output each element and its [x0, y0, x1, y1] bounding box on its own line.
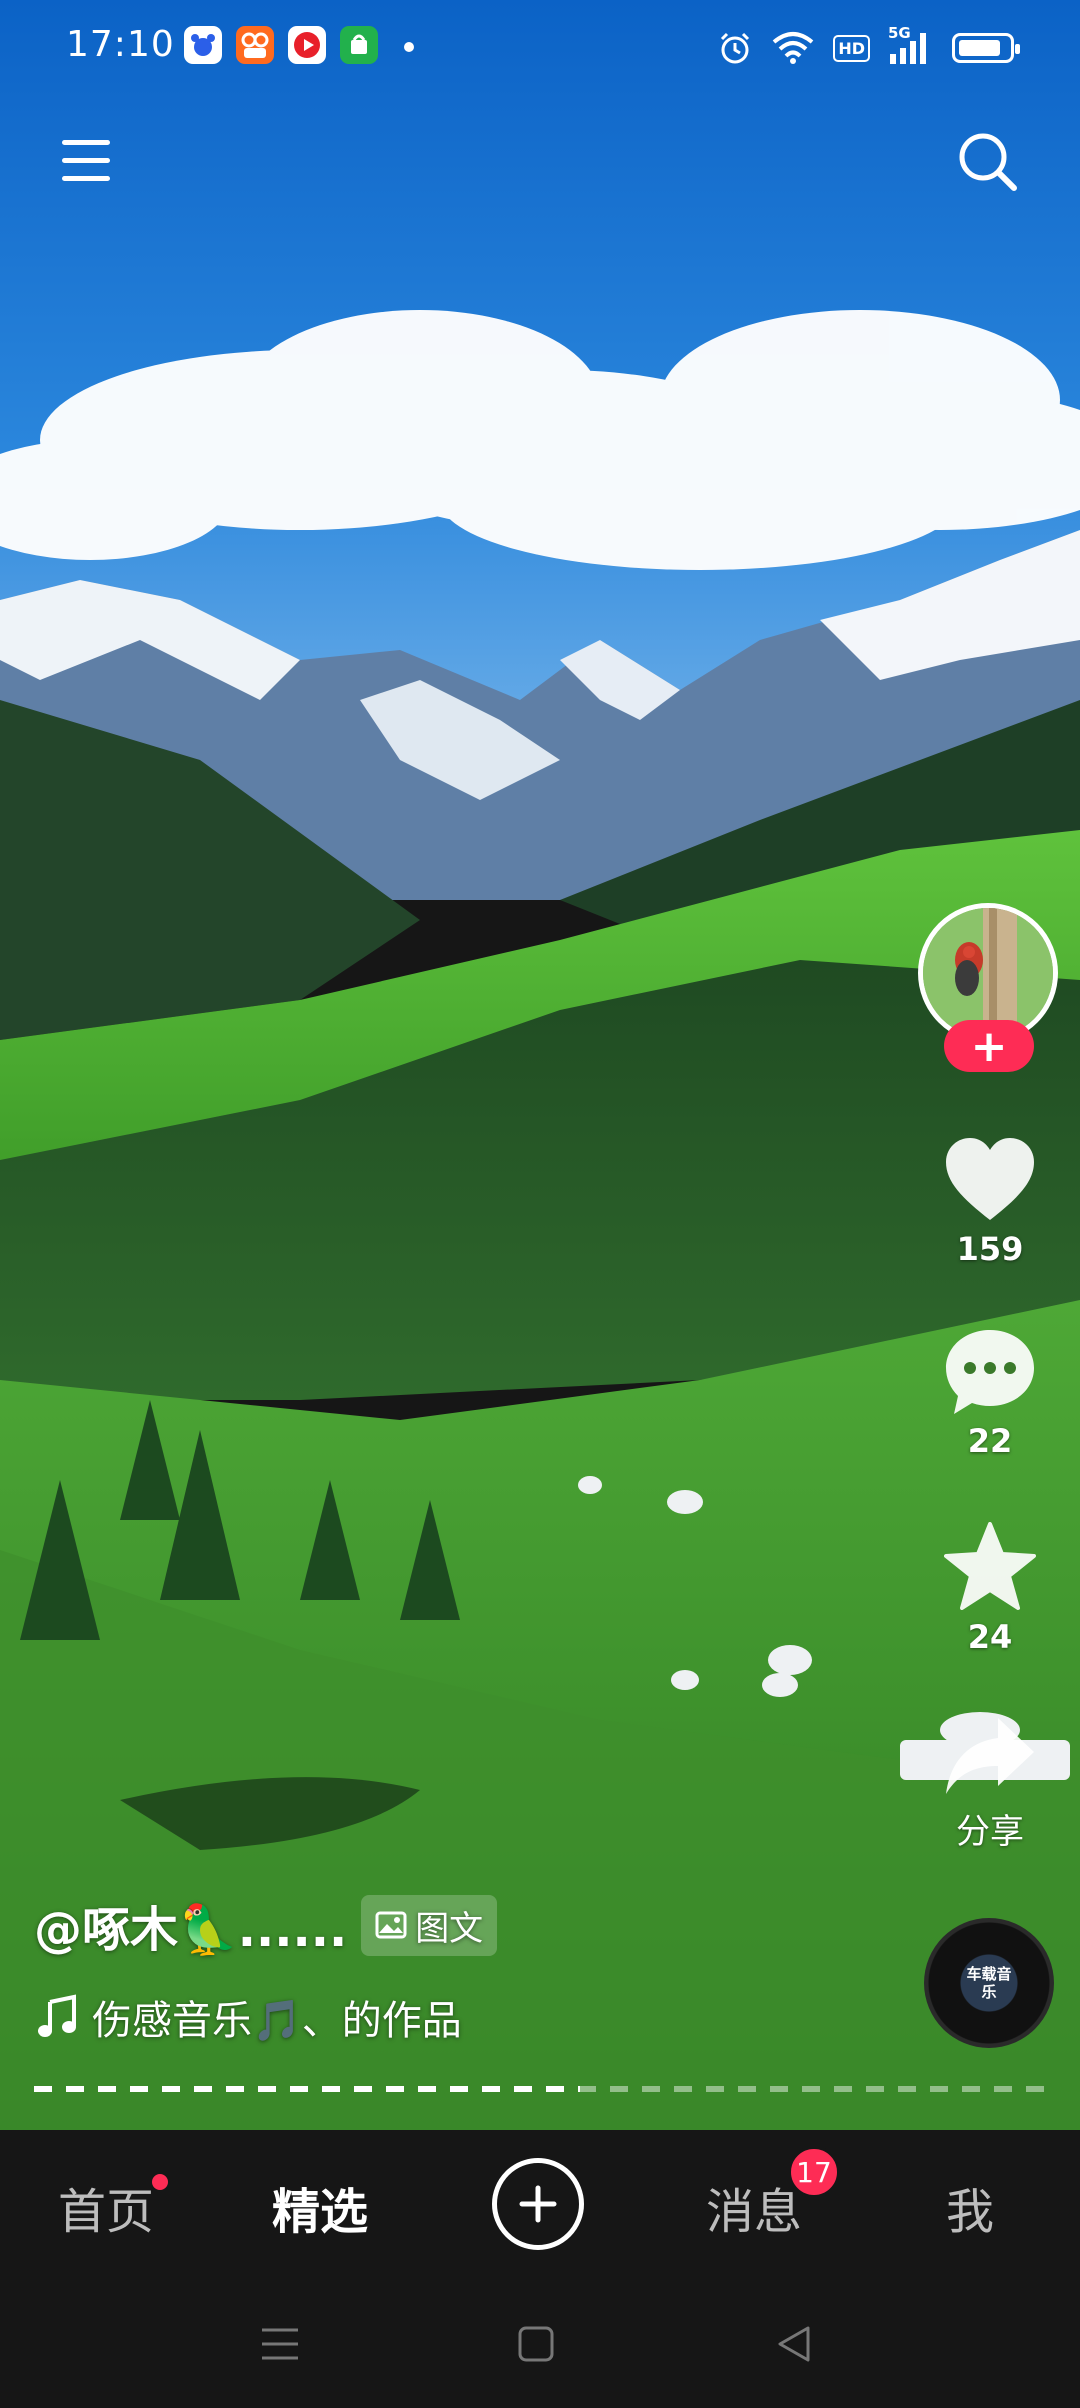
tag-label: 图文 [415, 1908, 484, 1949]
comment-icon [946, 1330, 1034, 1414]
home-icon[interactable] [512, 2320, 560, 2368]
comment-button[interactable]: 22 [930, 1328, 1050, 1460]
alarm-icon [717, 30, 753, 66]
favorite-count: 24 [967, 1618, 1013, 1656]
create-button[interactable] [492, 2158, 584, 2250]
comment-count: 22 [967, 1422, 1013, 1460]
plus-icon [519, 2185, 557, 2223]
share-label: 分享 [956, 1812, 1024, 1852]
like-button[interactable]: 159 [930, 1136, 1050, 1268]
signal-label: 5G [888, 24, 911, 42]
battery-level [959, 40, 1000, 56]
home-unread-dot [152, 2174, 168, 2190]
music-text: 伤感音乐🎵、的作品 [92, 1998, 462, 2044]
tab-messages[interactable]: 消息 [706, 2172, 802, 2242]
music-note-icon [38, 1994, 76, 2037]
status-icons: HD 5G [717, 24, 1020, 68]
music-row[interactable]: 伤感音乐🎵、的作品 [34, 1988, 462, 2046]
status-time: 17:10 [66, 24, 175, 65]
heart-icon [946, 1138, 1034, 1220]
music-disc-label: 车载音乐 [966, 1965, 1012, 2001]
battery-icon [952, 33, 1020, 63]
music-disc[interactable]: 车载音乐 [924, 1918, 1054, 2048]
signal-icon: 5G [888, 24, 934, 66]
landscape-image [0, 0, 1080, 2130]
favorite-button[interactable]: 24 [930, 1520, 1050, 1656]
message-badge: 17 [788, 2146, 840, 2198]
tab-featured[interactable]: 精选 [272, 2172, 368, 2242]
recents-icon[interactable] [256, 2320, 304, 2368]
progress-bar[interactable] [34, 2086, 1046, 2092]
tab-me[interactable]: 我 [946, 2172, 994, 2242]
share-icon [946, 1718, 1034, 1794]
notification-dot [404, 42, 414, 52]
bottom-nav: 首页 精选 消息 17 我 [0, 2130, 1080, 2280]
author-row: @啄木🦜...... 图文 [34, 1890, 498, 1960]
image-icon [375, 1911, 407, 1939]
author-name[interactable]: @啄木🦜...... [34, 1890, 347, 1960]
video-background[interactable] [0, 0, 1080, 2130]
baidu-app-icon [184, 26, 222, 64]
follow-button[interactable]: + [944, 1020, 1034, 1072]
search-icon[interactable] [954, 128, 1020, 194]
back-icon[interactable] [770, 2320, 818, 2368]
hd-badge: HD [833, 34, 870, 62]
like-count: 159 [956, 1230, 1024, 1268]
shop-app-icon [340, 26, 378, 64]
progress-fill [34, 2086, 581, 2092]
image-text-tag: 图文 [361, 1894, 498, 1956]
system-navigation [0, 2280, 1080, 2408]
video-app-icon [288, 26, 326, 64]
avatar-woodpecker-icon [923, 908, 1053, 1038]
status-bar: 17:10 HD 5G [0, 0, 1080, 96]
kuaishou-app-icon [236, 26, 274, 64]
tab-home[interactable]: 首页 [58, 2172, 154, 2242]
menu-icon[interactable] [60, 136, 112, 188]
wifi-icon [771, 30, 815, 66]
share-button[interactable]: 分享 [930, 1714, 1050, 1853]
star-icon [944, 1522, 1036, 1610]
